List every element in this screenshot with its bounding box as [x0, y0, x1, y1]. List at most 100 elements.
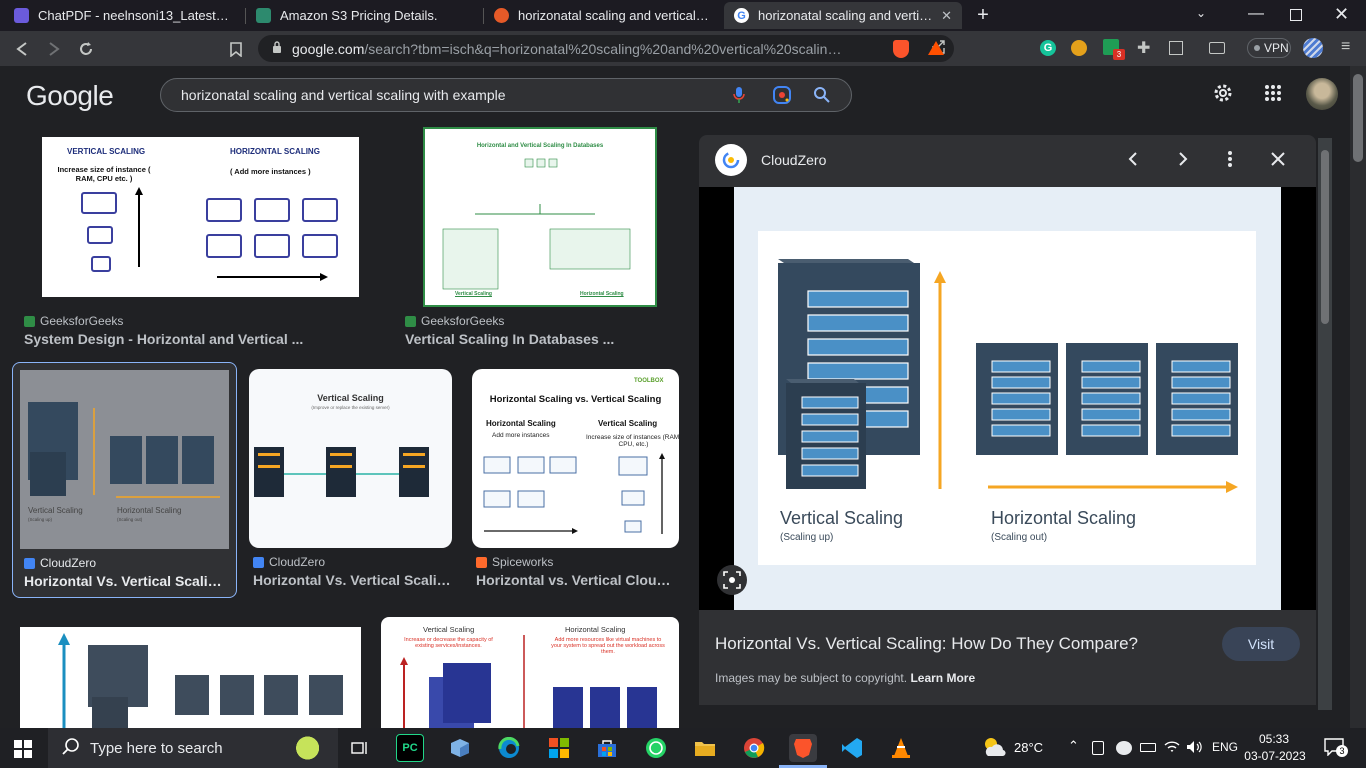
vscode-icon[interactable] [838, 734, 866, 762]
next-image-icon[interactable] [1177, 151, 1189, 172]
result-title-2[interactable]: Vertical Scaling In Databases ... [405, 331, 675, 347]
language-indicator[interactable]: ENG [1212, 740, 1238, 754]
bookmark-icon[interactable] [224, 37, 248, 61]
account-avatar[interactable] [1306, 78, 1338, 110]
panel-scrollbar[interactable] [1318, 138, 1332, 710]
result-title-3[interactable]: Horizontal Vs. Vertical Scalin... [24, 573, 224, 589]
result-image-5[interactable]: TOOLBOX Horizontal Scaling vs. Vertical … [472, 369, 679, 548]
mic-icon[interactable] [733, 86, 745, 107]
result-card-4[interactable]: Vertical Scaling (Improve or replace the… [249, 368, 454, 598]
pycharm-icon[interactable]: PC [396, 734, 424, 762]
result-title-4[interactable]: Horizontal Vs. Vertical Scalin... [253, 572, 451, 588]
sidebar-icon[interactable] [1169, 41, 1183, 55]
lens-search-icon[interactable] [717, 565, 747, 595]
device-icon[interactable] [1092, 741, 1104, 755]
extensions-puzzle-icon[interactable]: ✚ [1137, 38, 1150, 58]
result-title-5[interactable]: Horizontal vs. Vertical Cloud ... [476, 572, 676, 588]
3d-box-icon[interactable] [446, 734, 474, 762]
spiceworks-icon [476, 556, 487, 568]
source-label: CloudZero [40, 556, 97, 570]
microsoft-store-icon[interactable] [593, 734, 621, 762]
windows-start-icon[interactable] [14, 740, 32, 763]
tab-search-google[interactable]: G horizonatal scaling and vertical scali… [724, 2, 962, 29]
battery-icon[interactable] [1140, 743, 1156, 752]
servers-diagram-icon [28, 402, 220, 498]
lens-icon[interactable] [773, 86, 791, 107]
result-title-1[interactable]: System Design - Horizontal and Vertical … [24, 331, 374, 347]
clock-date[interactable]: 03-07-2023 [1244, 749, 1306, 763]
prev-image-icon[interactable] [1127, 151, 1139, 172]
panel-title[interactable]: Horizontal Vs. Vertical Scaling: How Do … [715, 634, 1175, 654]
result-card-5[interactable]: TOOLBOX Horizontal Scaling vs. Vertical … [472, 368, 680, 598]
weather-icon[interactable] [982, 736, 1006, 763]
brave-shields-icon[interactable] [893, 40, 909, 58]
tab-s3-pricing[interactable]: Amazon S3 Pricing Details. [246, 2, 482, 29]
result-image-4[interactable]: Vertical Scaling (Improve or replace the… [249, 369, 452, 548]
edge-icon[interactable] [495, 734, 523, 762]
weather-temp[interactable]: 28°C [1014, 740, 1043, 755]
learn-more-link[interactable]: Learn More [910, 671, 975, 685]
close-panel-icon[interactable] [1271, 152, 1285, 171]
result-source-1[interactable]: GeeksforGeeks [24, 314, 123, 328]
file-explorer-icon[interactable] [691, 734, 719, 762]
clock-time[interactable]: 05:33 [1252, 732, 1296, 746]
result-image-3[interactable]: Vertical Scaling (Scaling up) Horizontal… [20, 370, 229, 549]
grammarly-icon[interactable]: G [1040, 40, 1056, 56]
show-hidden-icons-chevron[interactable]: ⌃ [1068, 738, 1079, 754]
more-options-icon[interactable] [1228, 150, 1232, 173]
tab-strip: ChatPDF - neelnsoni13_Latest_Resume Amaz… [0, 0, 1366, 31]
visit-button[interactable]: Visit [1222, 627, 1300, 661]
tab-search-brave[interactable]: horizonatal scaling and vertical scaling [484, 2, 722, 29]
store-tiles-icon[interactable] [545, 734, 573, 762]
onedrive-icon[interactable] [1116, 741, 1132, 755]
close-window-icon[interactable]: ✕ [1334, 4, 1349, 25]
result-source-2[interactable]: GeeksforGeeks [405, 314, 504, 328]
extension-person-icon[interactable] [1071, 40, 1087, 56]
preview-image[interactable]: Vertical Scaling (Scaling up) Horizontal… [734, 187, 1281, 610]
settings-gear-icon[interactable] [1212, 82, 1234, 109]
new-tab-button[interactable]: + [972, 4, 994, 26]
tab-chatpdf[interactable]: ChatPDF - neelnsoni13_Latest_Resume [4, 2, 244, 29]
result-source-4[interactable]: CloudZero [253, 555, 325, 569]
result-image-7[interactable]: Vertical Scaling Increase or decrease th… [381, 617, 679, 728]
minimize-icon[interactable]: — [1248, 5, 1264, 23]
vlc-icon[interactable] [887, 734, 915, 762]
brave-rewards-icon[interactable] [928, 41, 944, 55]
menu-icon[interactable]: ≡ [1341, 38, 1350, 56]
result-image-2[interactable]: Horizontal and Vertical Scaling In Datab… [423, 127, 657, 307]
profile-avatar[interactable] [1303, 38, 1323, 58]
result-card-2[interactable]: Horizontal and Vertical Scaling In Datab… [400, 126, 680, 348]
result-card-1[interactable]: VERTICAL SCALING Increase size of instan… [20, 126, 380, 348]
back-icon[interactable] [10, 37, 34, 61]
close-tab-icon[interactable]: ✕ [941, 8, 952, 24]
panel-scroll-thumb[interactable] [1321, 150, 1329, 324]
apps-grid-icon[interactable] [1264, 84, 1282, 107]
result-image-6[interactable] [20, 627, 361, 728]
brave-taskbar-icon[interactable] [789, 734, 817, 762]
google-logo[interactable]: Google [26, 80, 114, 112]
task-view-icon[interactable] [346, 734, 374, 762]
page-scroll-thumb[interactable] [1353, 74, 1363, 162]
volume-icon[interactable] [1186, 740, 1202, 759]
whatsapp-icon[interactable] [642, 734, 670, 762]
reload-icon[interactable] [74, 37, 98, 61]
tab-search-chevron-icon[interactable]: ⌄ [1196, 6, 1206, 20]
chrome-icon[interactable] [740, 734, 768, 762]
result-image-1[interactable]: VERTICAL SCALING Increase size of instan… [42, 137, 359, 297]
wifi-icon[interactable] [1164, 740, 1180, 759]
page-scrollbar[interactable] [1350, 66, 1366, 728]
address-bar[interactable]: google.com /search?tbm=isch&q=horizonata… [258, 35, 954, 62]
vpn-button[interactable]: VPN [1247, 38, 1291, 58]
taskbar-search-box[interactable]: Type here to search [48, 728, 338, 768]
search-icon[interactable] [813, 86, 831, 107]
restore-icon[interactable] [1290, 9, 1302, 21]
search-box[interactable]: horizonatal scaling and vertical scaling… [160, 78, 852, 112]
wallet-icon[interactable] [1209, 42, 1225, 54]
windows-taskbar: Type here to search PC 28°C ⌃ ENG 05:33 … [0, 728, 1366, 768]
result-card-3-selected[interactable]: Vertical Scaling (Scaling up) Horizontal… [12, 362, 237, 598]
forward-icon[interactable] [42, 37, 66, 61]
panel-source[interactable]: CloudZero [761, 152, 826, 168]
result-source-3[interactable]: CloudZero [24, 556, 96, 570]
result-source-5[interactable]: Spiceworks [476, 555, 553, 569]
search-input[interactable]: horizonatal scaling and vertical scaling… [181, 87, 506, 103]
